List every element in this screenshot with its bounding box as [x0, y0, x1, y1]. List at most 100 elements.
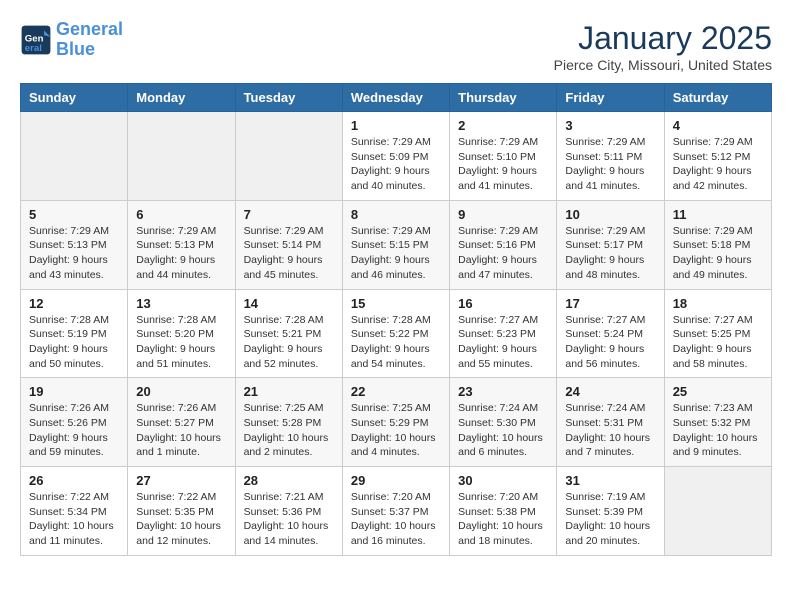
calendar-cell: 3 Sunrise: 7:29 AM Sunset: 5:11 PM Daylig… [557, 112, 664, 201]
day-info: Sunrise: 7:28 AM Sunset: 5:22 PM Dayligh… [351, 313, 441, 372]
day-info: Sunrise: 7:24 AM Sunset: 5:30 PM Dayligh… [458, 401, 548, 460]
day-number: 3 [565, 118, 655, 133]
calendar-cell: 2Sunrise: 7:29 AM Sunset: 5:10 PM Daylig… [450, 112, 557, 201]
calendar-cell: 16Sunrise: 7:27 AM Sunset: 5:23 PM Dayli… [450, 289, 557, 378]
calendar-cell: 22 Sunrise: 7:25 AM Sunset: 5:29 PM Dayli… [342, 378, 449, 467]
day-number: 7 [244, 207, 334, 222]
day-info: Sunrise: 7:29 AM Sunset: 5:15 PM Dayligh… [351, 224, 441, 283]
weekday-header-monday: Monday [128, 84, 235, 112]
calendar-cell: 14 Sunrise: 7:28 AM Sunset: 5:21 PM Dayli… [235, 289, 342, 378]
day-number: 25 [673, 384, 763, 399]
calendar-cell: 11 Sunrise: 7:29 AM Sunset: 5:18 PM Dayli… [664, 200, 771, 289]
day-info: Sunrise: 7:29 AM Sunset: 5:18 PM Dayligh… [673, 224, 763, 283]
location-subtitle: Pierce City, Missouri, United States [554, 57, 772, 73]
day-info: Sunrise: 7:29 AM Sunset: 5:13 PM Dayligh… [136, 224, 226, 283]
calendar-cell: 12 Sunrise: 7:28 AM Sunset: 5:19 PM Dayli… [21, 289, 128, 378]
day-info: Sunrise: 7:22 AM Sunset: 5:35 PM Dayligh… [136, 490, 226, 549]
calendar-cell: 25 Sunrise: 7:23 AM Sunset: 5:32 PM Dayli… [664, 378, 771, 467]
weekday-header-sunday: Sunday [21, 84, 128, 112]
calendar-cell: 1 Sunrise: 7:29 AM Sunset: 5:09 PM Daylig… [342, 112, 449, 201]
svg-text:eral: eral [25, 43, 42, 54]
calendar-cell: 18 Sunrise: 7:27 AM Sunset: 5:25 PM Dayli… [664, 289, 771, 378]
day-number: 13 [136, 296, 226, 311]
day-info: Sunrise: 7:26 AM Sunset: 5:26 PM Dayligh… [29, 401, 119, 460]
calendar-cell: 29Sunrise: 7:20 AM Sunset: 5:37 PM Dayli… [342, 467, 449, 556]
day-number: 21 [244, 384, 334, 399]
day-number: 4 [673, 118, 763, 133]
day-info: Sunrise: 7:27 AM Sunset: 5:24 PM Dayligh… [565, 313, 655, 372]
day-number: 31 [565, 473, 655, 488]
weekday-header-wednesday: Wednesday [342, 84, 449, 112]
calendar-week-row: 19Sunrise: 7:26 AM Sunset: 5:26 PM Dayli… [21, 378, 772, 467]
day-info: Sunrise: 7:24 AM Sunset: 5:31 PM Dayligh… [565, 401, 655, 460]
calendar-cell: 15 Sunrise: 7:28 AM Sunset: 5:22 PM Dayli… [342, 289, 449, 378]
day-number: 15 [351, 296, 441, 311]
calendar-cell: 5 Sunrise: 7:29 AM Sunset: 5:13 PM Daylig… [21, 200, 128, 289]
day-number: 5 [29, 207, 119, 222]
day-info: Sunrise: 7:29 AM Sunset: 5:14 PM Dayligh… [244, 224, 334, 283]
day-number: 17 [565, 296, 655, 311]
calendar-cell: 30 Sunrise: 7:20 AM Sunset: 5:38 PM Dayli… [450, 467, 557, 556]
calendar-cell: 26 Sunrise: 7:22 AM Sunset: 5:34 PM Dayli… [21, 467, 128, 556]
day-number: 12 [29, 296, 119, 311]
day-number: 28 [244, 473, 334, 488]
day-info: Sunrise: 7:29 AM Sunset: 5:12 PM Dayligh… [673, 135, 763, 194]
day-number: 1 [351, 118, 441, 133]
month-title: January 2025 [554, 20, 772, 57]
day-number: 18 [673, 296, 763, 311]
logo-icon: Gen eral [20, 24, 52, 56]
day-number: 22 [351, 384, 441, 399]
day-info: Sunrise: 7:29 AM Sunset: 5:16 PM Dayligh… [458, 224, 548, 283]
day-info: Sunrise: 7:29 AM Sunset: 5:09 PM Dayligh… [351, 135, 441, 194]
calendar-cell: 13 Sunrise: 7:28 AM Sunset: 5:20 PM Dayli… [128, 289, 235, 378]
day-number: 23 [458, 384, 548, 399]
day-info: Sunrise: 7:29 AM Sunset: 5:13 PM Dayligh… [29, 224, 119, 283]
calendar-cell: 31 Sunrise: 7:19 AM Sunset: 5:39 PM Dayli… [557, 467, 664, 556]
day-info: Sunrise: 7:21 AM Sunset: 5:36 PM Dayligh… [244, 490, 334, 549]
day-info: Sunrise: 7:20 AM Sunset: 5:38 PM Dayligh… [458, 490, 548, 549]
day-info: Sunrise: 7:19 AM Sunset: 5:39 PM Dayligh… [565, 490, 655, 549]
calendar-cell: 28 Sunrise: 7:21 AM Sunset: 5:36 PM Dayli… [235, 467, 342, 556]
day-info: Sunrise: 7:27 AM Sunset: 5:23 PM Dayligh… [458, 313, 548, 372]
calendar-cell: 17 Sunrise: 7:27 AM Sunset: 5:24 PM Dayli… [557, 289, 664, 378]
weekday-header-friday: Friday [557, 84, 664, 112]
calendar-cell: 8Sunrise: 7:29 AM Sunset: 5:15 PM Daylig… [342, 200, 449, 289]
day-number: 14 [244, 296, 334, 311]
day-number: 2 [458, 118, 548, 133]
day-info: Sunrise: 7:27 AM Sunset: 5:25 PM Dayligh… [673, 313, 763, 372]
day-number: 26 [29, 473, 119, 488]
weekday-header-saturday: Saturday [664, 84, 771, 112]
day-number: 10 [565, 207, 655, 222]
day-info: Sunrise: 7:28 AM Sunset: 5:19 PM Dayligh… [29, 313, 119, 372]
title-block: January 2025 Pierce City, Missouri, Unit… [554, 20, 772, 73]
day-number: 6 [136, 207, 226, 222]
calendar-cell: 9 Sunrise: 7:29 AM Sunset: 5:16 PM Daylig… [450, 200, 557, 289]
calendar-cell [128, 112, 235, 201]
day-number: 30 [458, 473, 548, 488]
calendar-cell: 10Sunrise: 7:29 AM Sunset: 5:17 PM Dayli… [557, 200, 664, 289]
calendar-week-row: 26 Sunrise: 7:22 AM Sunset: 5:34 PM Dayli… [21, 467, 772, 556]
calendar-week-row: 1 Sunrise: 7:29 AM Sunset: 5:09 PM Daylig… [21, 112, 772, 201]
day-number: 11 [673, 207, 763, 222]
day-info: Sunrise: 7:23 AM Sunset: 5:32 PM Dayligh… [673, 401, 763, 460]
calendar-cell: 4 Sunrise: 7:29 AM Sunset: 5:12 PM Daylig… [664, 112, 771, 201]
calendar-cell: 6 Sunrise: 7:29 AM Sunset: 5:13 PM Daylig… [128, 200, 235, 289]
calendar-cell [235, 112, 342, 201]
calendar-week-row: 12 Sunrise: 7:28 AM Sunset: 5:19 PM Dayli… [21, 289, 772, 378]
day-number: 24 [565, 384, 655, 399]
day-number: 9 [458, 207, 548, 222]
day-info: Sunrise: 7:25 AM Sunset: 5:28 PM Dayligh… [244, 401, 334, 460]
day-info: Sunrise: 7:22 AM Sunset: 5:34 PM Dayligh… [29, 490, 119, 549]
day-info: Sunrise: 7:28 AM Sunset: 5:21 PM Dayligh… [244, 313, 334, 372]
day-info: Sunrise: 7:29 AM Sunset: 5:11 PM Dayligh… [565, 135, 655, 194]
day-number: 29 [351, 473, 441, 488]
day-info: Sunrise: 7:28 AM Sunset: 5:20 PM Dayligh… [136, 313, 226, 372]
day-info: Sunrise: 7:26 AM Sunset: 5:27 PM Dayligh… [136, 401, 226, 460]
day-number: 20 [136, 384, 226, 399]
calendar-cell [21, 112, 128, 201]
calendar-cell: 19Sunrise: 7:26 AM Sunset: 5:26 PM Dayli… [21, 378, 128, 467]
day-number: 27 [136, 473, 226, 488]
calendar-cell [664, 467, 771, 556]
day-info: Sunrise: 7:25 AM Sunset: 5:29 PM Dayligh… [351, 401, 441, 460]
page-header: Gen eral General Blue January 2025 Pierc… [20, 20, 772, 73]
